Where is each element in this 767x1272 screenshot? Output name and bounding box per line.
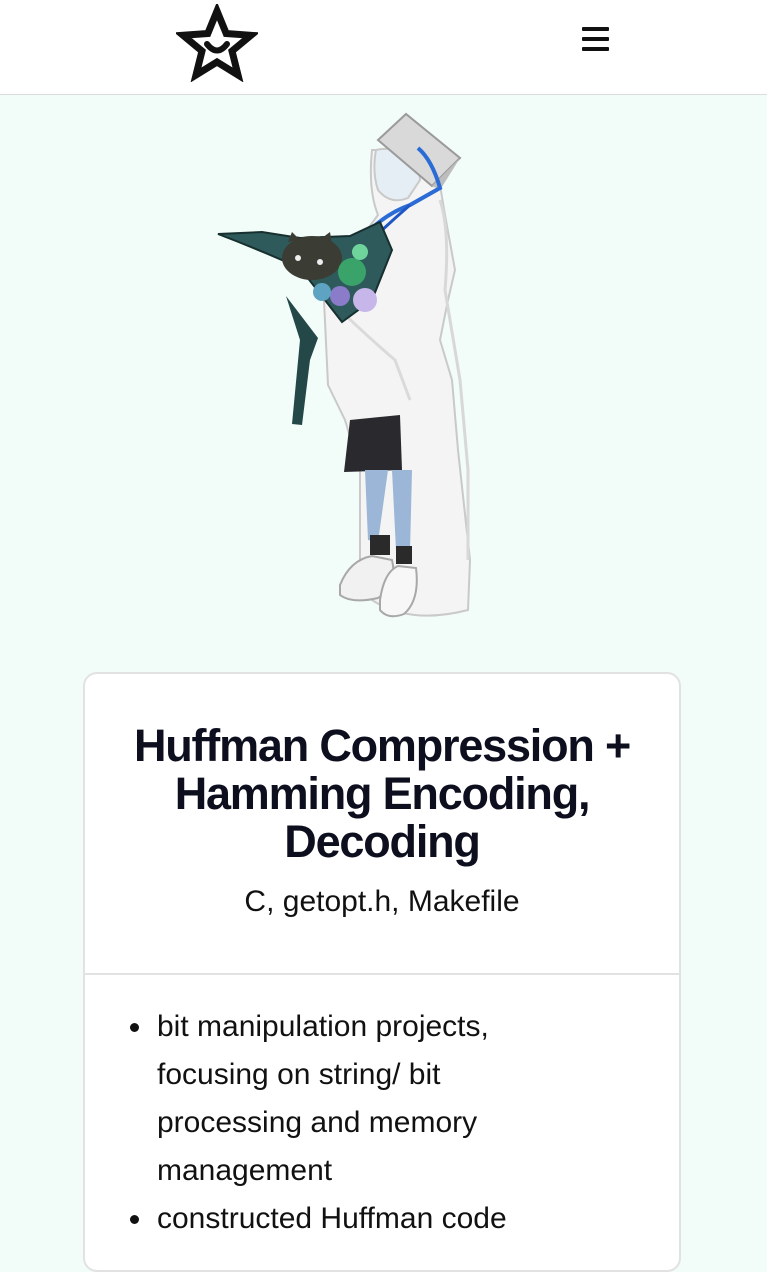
project-title: Huffman Compression + Hamming Encoding, …: [133, 720, 631, 867]
list-item: bit manipulation projects, focusing on s…: [130, 1003, 557, 1195]
project-card: Huffman Compression + Hamming Encoding, …: [83, 672, 681, 1272]
project-tech-stack: C, getopt.h, Makefile: [244, 885, 520, 918]
project-bullet-list: bit manipulation projects, focusing on s…: [130, 1003, 639, 1243]
smiling-star-logo-icon[interactable]: [176, 4, 258, 82]
project-card-body: bit manipulation projects, focusing on s…: [85, 975, 679, 1243]
project-card-header: Huffman Compression + Hamming Encoding, …: [85, 674, 679, 975]
graduate-figure-illustration: [217, 112, 472, 618]
hamburger-menu-icon[interactable]: [578, 22, 612, 56]
navbar: [0, 0, 767, 95]
list-item: constructed Huffman code: [130, 1195, 557, 1243]
